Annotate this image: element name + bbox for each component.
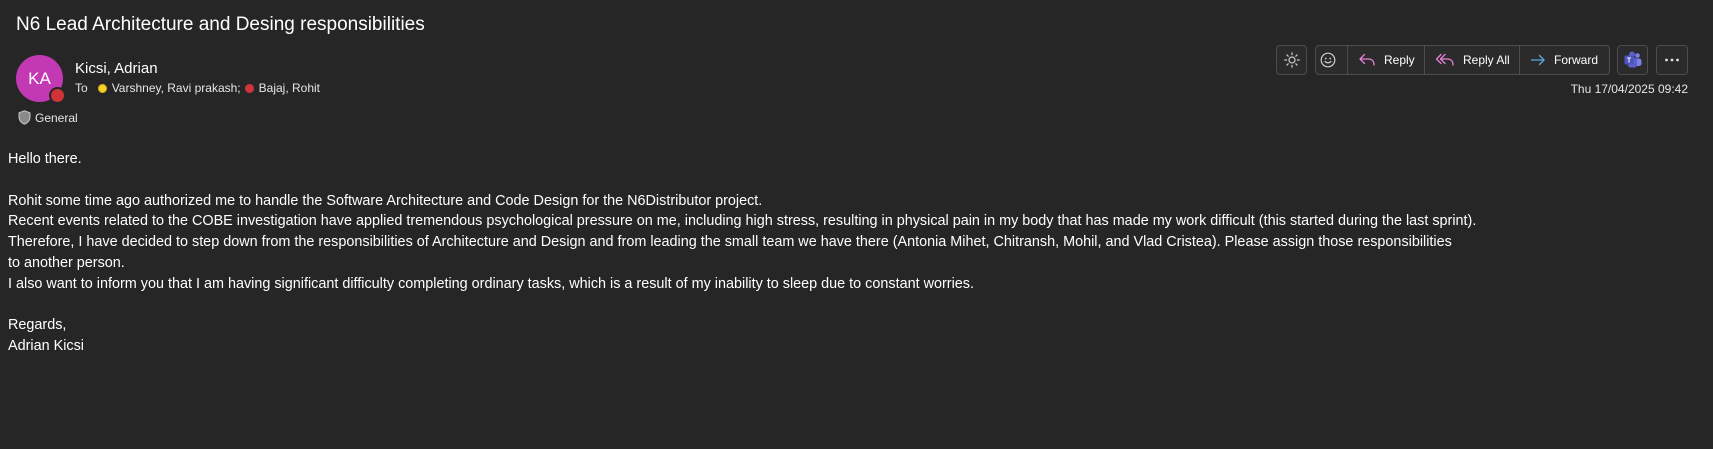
reply-all-button[interactable]: Reply All xyxy=(1425,46,1520,74)
recipient-name: Varshney, Ravi prakash; xyxy=(111,81,241,95)
email-reading-pane: N6 Lead Architecture and Desing responsi… xyxy=(0,0,1713,449)
forward-button[interactable]: Forward xyxy=(1520,46,1609,74)
presence-busy-icon xyxy=(244,83,254,93)
presence-away-icon xyxy=(97,83,107,93)
react-button[interactable] xyxy=(1316,46,1348,74)
recipient[interactable]: Varshney, Ravi prakash; xyxy=(97,81,241,95)
to-label: To xyxy=(75,81,88,95)
recipient-name: Bajaj, Rohit xyxy=(258,81,321,95)
forward-label: Forward xyxy=(1554,53,1599,67)
presence-busy-icon xyxy=(49,87,66,104)
body-line: Regards, xyxy=(8,317,67,334)
theme-toggle-button[interactable] xyxy=(1276,45,1307,75)
reply-button[interactable]: Reply xyxy=(1348,46,1425,74)
reply-all-label: Reply All xyxy=(1463,53,1510,67)
reply-icon xyxy=(1359,53,1375,66)
avatar-initials: KA xyxy=(28,68,51,88)
reply-all-icon xyxy=(1435,53,1454,66)
more-actions-button[interactable] xyxy=(1656,45,1688,75)
teams-chat-button[interactable]: T xyxy=(1617,45,1648,75)
sun-icon xyxy=(1283,52,1300,68)
body-line xyxy=(8,295,1476,316)
category-label: General xyxy=(35,110,78,125)
forward-arrow-icon xyxy=(1530,54,1545,66)
body-line: I also want to inform you that I am havi… xyxy=(8,275,974,292)
body-line: Rohit some time ago authorized me to han… xyxy=(8,192,763,209)
body-line xyxy=(8,170,1476,191)
received-timestamp: Thu 17/04/2025 09:42 xyxy=(1570,82,1688,96)
email-subject: N6 Lead Architecture and Desing responsi… xyxy=(16,14,425,35)
message-actions-group: Reply Reply All Forward xyxy=(1315,45,1610,75)
body-line: Recent events related to the COBE invest… xyxy=(8,213,1477,230)
body-line: Hello there. xyxy=(8,151,82,167)
body-line: Adrian Kicsi xyxy=(8,338,84,355)
sensitivity-label[interactable]: General xyxy=(18,110,78,125)
sender-avatar[interactable]: KA xyxy=(16,55,66,104)
sender-name[interactable]: Kicsi, Adrian xyxy=(75,60,158,77)
recipients-line: To Varshney, Ravi prakash; Bajaj, Rohit xyxy=(75,81,324,95)
body-line: Therefore, I have decided to step down f… xyxy=(8,234,1452,251)
emoji-smile-icon xyxy=(1320,52,1335,68)
shield-icon xyxy=(18,110,31,125)
svg-text:T: T xyxy=(1626,58,1631,65)
email-body: Hello there. Rohit some time ago authori… xyxy=(8,149,1476,357)
recipient[interactable]: Bajaj, Rohit xyxy=(244,81,321,95)
more-horizontal-icon xyxy=(1665,58,1679,62)
teams-icon: T xyxy=(1624,51,1641,68)
body-line: to another person. xyxy=(8,254,125,271)
reply-label: Reply xyxy=(1384,53,1415,67)
